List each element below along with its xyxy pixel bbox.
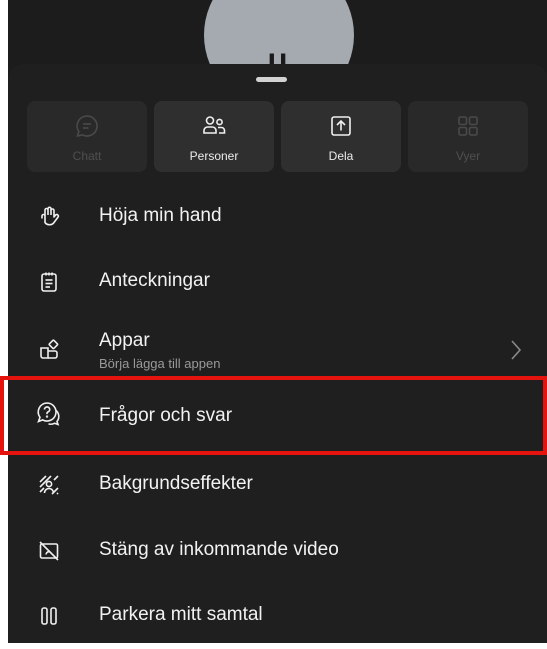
raise-hand-icon [34,202,64,232]
menu-item-qa[interactable]: Frågor och svar [8,384,547,448]
qa-icon [34,399,64,429]
menu-item-incoming-video-off[interactable]: Stäng av inkommande video [8,521,547,583]
views-button[interactable]: Vyer [408,101,528,172]
views-grid-icon [408,113,528,137]
menu-item-qa-label: Frågor och svar [99,405,233,426]
menu-item-raise-hand[interactable]: Höja min hand [8,186,547,248]
sheet-grab-handle[interactable] [256,77,287,82]
people-button-label: Personer [189,149,239,163]
background-effects-icon [34,470,64,500]
share-button-label: Dela [328,149,354,163]
menu-item-apps-label: Appar [99,330,150,351]
apps-icon [34,335,64,365]
video-off-icon [34,536,64,566]
share-button[interactable]: Dela [281,101,401,172]
chevron-right-icon [508,338,524,362]
park-call-icon [34,601,64,631]
menu-item-background-effects-label: Bakgrundseffekter [99,473,253,494]
menu-item-park-call[interactable]: Parkera mitt samtal [8,587,547,643]
menu-item-notes[interactable]: Anteckningar [8,252,547,314]
menu-item-apps[interactable]: Appar Börja lägga till appen [8,318,547,380]
menu-item-apps-sublabel: Börja lägga till appen [99,356,221,371]
menu-item-notes-label: Anteckningar [99,270,210,291]
notes-icon [34,267,64,297]
menu-item-background-effects[interactable]: Bakgrundseffekter [8,455,547,517]
menu-item-raise-hand-label: Höja min hand [99,205,222,226]
menu-item-park-call-label: Parkera mitt samtal [99,604,263,625]
chat-icon [27,113,147,138]
share-icon [281,113,401,137]
call-screen: II Chatt Personer [0,0,547,649]
menu-item-incoming-video-off-label: Stäng av inkommande video [99,539,339,560]
chat-button-label: Chatt [72,149,102,163]
bottom-strip [0,643,547,649]
chat-button[interactable]: Chatt [27,101,147,172]
people-icon [154,113,274,137]
views-button-label: Vyer [455,149,481,163]
people-button[interactable]: Personer [154,101,274,172]
